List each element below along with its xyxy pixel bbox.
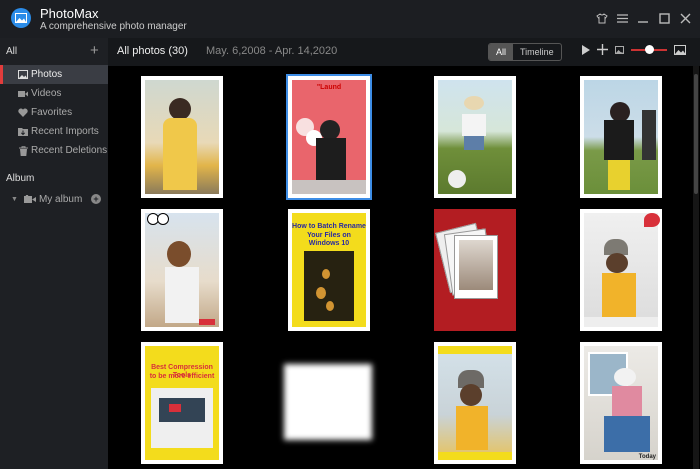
large-thumbnail-icon[interactable] [674,44,686,55]
sidebar-item-recent-deletions[interactable]: Recent Deletions [0,141,108,160]
page-title: All photos (30) [117,45,188,57]
grid-scrollbar[interactable] [693,66,699,469]
photo-thumbnail[interactable] [580,209,662,331]
sidebar-item-label: Favorites [31,107,73,118]
title-bar: PhotoMax A comprehensive photo manager [0,0,700,38]
sidebar-item-label: Recent Imports [31,126,99,137]
photo-thumbnail[interactable]: Best Compression Tools to be more effici… [141,342,223,464]
tab-timeline[interactable]: Timeline [513,44,561,60]
play-icon[interactable] [582,44,590,55]
sidebar-item-videos[interactable]: Videos [0,84,108,103]
sidebar-item-label: Photos [31,69,63,80]
thumbnail-caption: How to Batch Rename [292,223,366,230]
photo-thumbnail[interactable] [434,209,516,331]
photo-icon [18,70,28,80]
sidebar-item-photos[interactable]: Photos [0,65,108,84]
import-icon [18,127,28,137]
thumbnail-caption: to be more efficient [149,373,215,380]
sidebar: All + Photos Videos Favorites Recent Imp… [0,38,108,469]
photo-thumbnail[interactable]: How to Batch Rename Your Files on Window… [288,209,370,331]
photo-thumbnail[interactable] [580,76,662,198]
sidebar-item-favorites[interactable]: Favorites [0,103,108,122]
sidebar-all-label: All [6,46,18,57]
add-photo-icon[interactable] [597,44,608,55]
app-title: PhotoMax [40,6,99,21]
view-switch: All Timeline [488,43,562,61]
album-icon [23,195,36,204]
sidebar-item-label: Recent Deletions [31,145,108,156]
chevron-down-icon[interactable]: ▼ [11,196,18,203]
app-logo-icon [11,8,31,28]
small-thumbnail-icon[interactable] [615,45,624,54]
zoom-slider-handle[interactable] [645,44,654,54]
zoom-slider[interactable] [631,44,667,54]
photo-thumbnail[interactable] [276,356,380,448]
photo-thumbnail[interactable] [141,209,223,331]
photo-thumbnail-selected[interactable]: "Laund [286,74,372,200]
minimize-icon[interactable] [635,10,652,27]
photo-thumbnail[interactable]: Today [580,342,662,464]
skin-icon[interactable] [593,10,610,27]
sidebar-item-recent-imports[interactable]: Recent Imports [0,122,108,141]
close-icon[interactable] [677,10,694,27]
photo-thumbnail[interactable] [141,76,223,198]
thumbnail-caption: "Laund [316,84,342,91]
app-subtitle: A comprehensive photo manager [40,21,187,32]
album-label: My album [38,194,83,205]
photo-grid: "Laund How to Batch Rename Your Files on… [108,66,692,469]
tab-all[interactable]: All [489,44,514,60]
video-icon [18,89,28,99]
trash-icon [18,145,28,156]
scrollbar-thumb[interactable] [694,74,698,194]
thumbnail-caption: Your Files on Windows 10 [307,232,351,247]
photo-thumbnail[interactable] [434,342,516,464]
sidebar-item-label: Videos [31,88,62,99]
photo-thumbnail[interactable] [434,76,516,198]
add-album-icon[interactable]: + [91,194,101,204]
date-range: May. 6,2008 - Apr. 14,2020 [206,45,338,57]
toolbar: All photos (30) May. 6,2008 - Apr. 14,20… [108,38,700,66]
heart-icon [18,108,28,118]
menu-icon[interactable] [614,10,631,27]
maximize-icon[interactable] [656,10,673,27]
thumbnail-caption: Today [638,454,656,460]
album-header: Album [6,173,35,184]
sidebar-item-my-album[interactable]: ▼ My album + [0,190,108,209]
add-icon[interactable]: + [90,42,99,59]
